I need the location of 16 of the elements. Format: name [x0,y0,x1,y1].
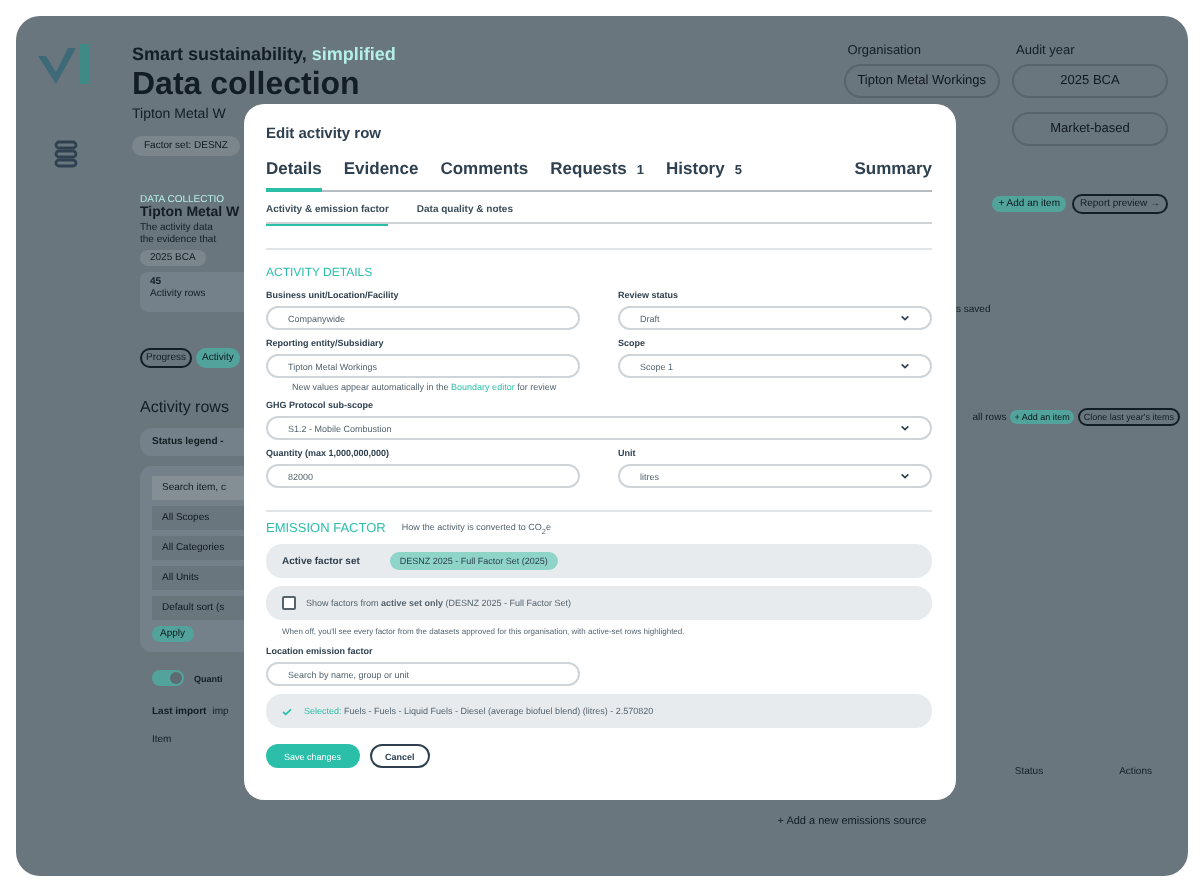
toggle-switch[interactable] [152,670,184,686]
tab[interactable]: Evidence [343,158,419,192]
tab[interactable]: Comments [440,158,529,192]
chevron-down-icon [900,424,910,432]
chevron-down-icon [900,362,910,370]
check-icon [282,707,292,715]
page-title: Data collection [132,68,362,104]
chevron-down-icon [900,472,910,480]
chevron-down-icon [900,314,910,322]
checkbox[interactable] [282,596,296,610]
tagline: Smart sustainability, simplified [132,44,396,64]
database-icon[interactable] [54,140,78,168]
logo-icon [36,40,96,88]
section-heading: Activity rows [140,398,229,416]
tab[interactable]: Details [266,158,322,192]
summary-tab[interactable]: Summary [854,158,932,192]
